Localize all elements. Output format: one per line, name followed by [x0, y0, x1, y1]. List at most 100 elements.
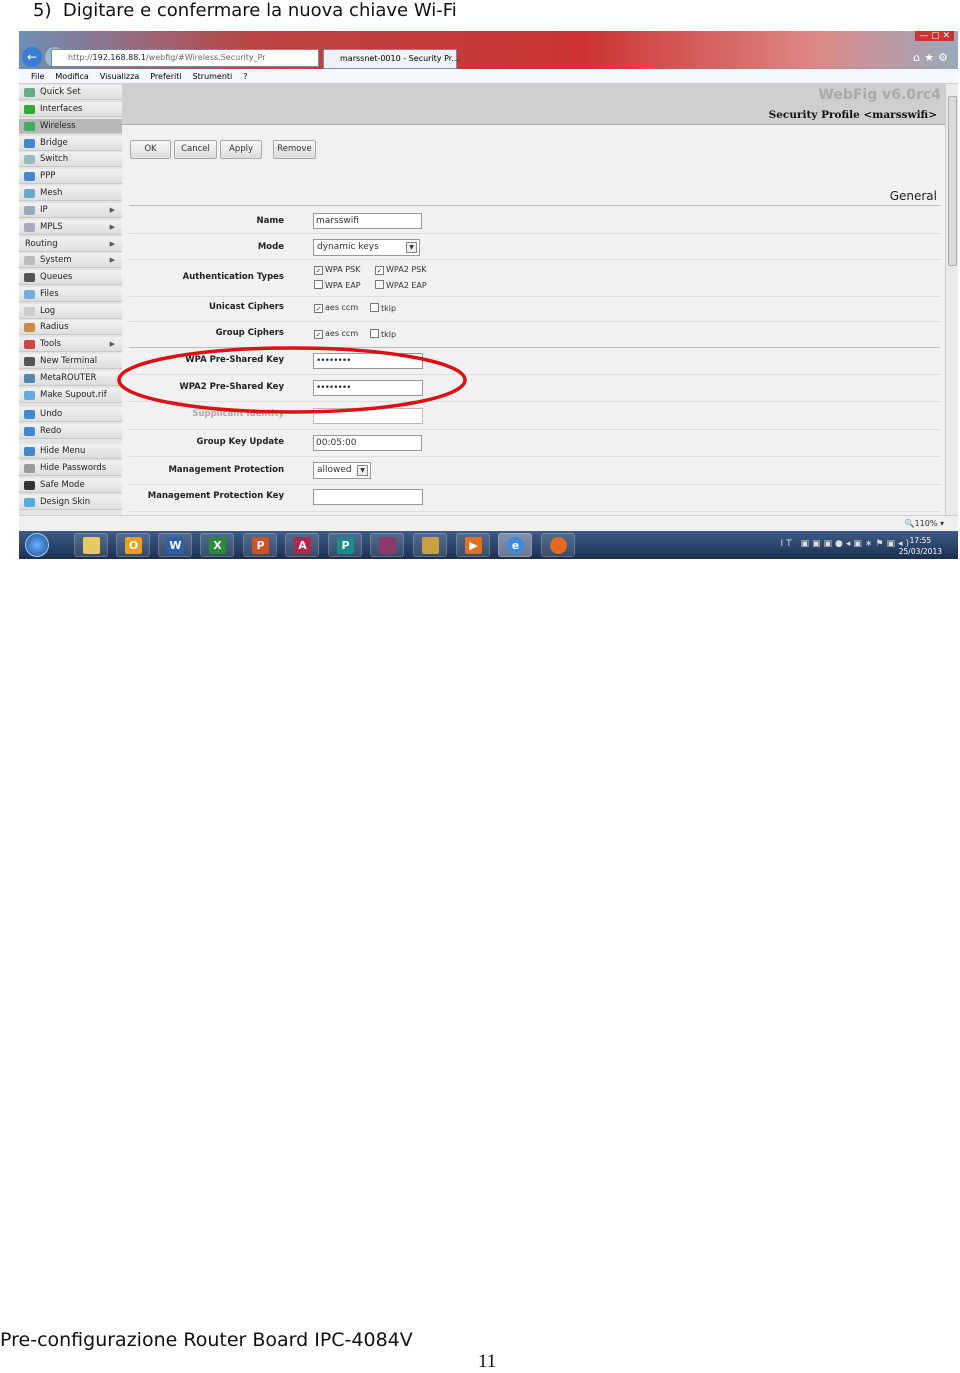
sidebar-item-mesh[interactable]: Mesh [19, 186, 122, 201]
taskbar-app-internet-explorer[interactable]: e [498, 533, 532, 557]
sidebar-item-label: Mesh [40, 188, 63, 198]
taskbar-app-excel[interactable]: X [200, 533, 234, 557]
url-prefix: http:// [68, 53, 93, 62]
winrar-icon [379, 537, 396, 554]
sidebar-item-mpls[interactable]: MPLS ▶ [19, 220, 122, 235]
checkbox-unicast-aes-ccm[interactable]: ✓ aes ccm [314, 303, 358, 313]
group-key-update-input[interactable]: 00:05:00 [313, 435, 422, 451]
group-key-update-label: Group Key Update [196, 437, 284, 447]
checkbox-wpa2-eap[interactable]: WPA2 EAP [375, 280, 427, 291]
taskbar-app-outlook[interactable]: O [116, 533, 150, 557]
sidebar-item-make-supout-rif[interactable]: Make Supout.rif [19, 388, 122, 403]
sidebar-item-label: Routing [25, 239, 58, 249]
mode-select[interactable]: dynamic keys ▼ [313, 239, 420, 256]
taskbar-app-app[interactable] [413, 533, 447, 557]
checkbox-wpa-psk[interactable]: ✓ WPA PSK [314, 265, 360, 275]
sidebar-item-ip[interactable]: IP ▶ [19, 203, 122, 218]
sidebar-item-label: Files [40, 289, 59, 299]
redo-icon [24, 427, 35, 436]
checkbox-unicast-tkip[interactable]: tkip [370, 303, 396, 314]
sidebar-item-log[interactable]: Log [19, 304, 122, 319]
page-number: 11 [478, 1351, 497, 1372]
sidebar-item-label: System [40, 255, 72, 265]
address-bar[interactable]: http://192.168.88.1/webfig/#Wireless.Sec… [51, 49, 319, 67]
sidebar-item-files[interactable]: Files [19, 287, 122, 302]
mgmt-protection-value: allowed [317, 465, 352, 475]
group-ciphers-label: Group Ciphers [215, 328, 284, 338]
checkbox-wpa2-psk[interactable]: ✓ WPA2 PSK [375, 265, 426, 275]
mgmt-key-input[interactable] [313, 489, 423, 505]
sidebar-item-label: Bridge [40, 138, 68, 148]
sidebar-item-quick-set[interactable]: Quick Set [19, 85, 122, 100]
sidebar-item-interfaces[interactable]: Interfaces [19, 102, 122, 117]
sidebar-item-tools[interactable]: Tools ▶ [19, 337, 122, 352]
apply-button[interactable]: Apply [220, 140, 262, 159]
start-button[interactable] [25, 533, 49, 557]
sidebar-item-queues[interactable]: Queues [19, 270, 122, 285]
back-button[interactable]: ← [22, 47, 42, 67]
ok-button[interactable]: OK [130, 140, 171, 159]
quickset-icon [24, 88, 35, 97]
sidebar-item-design-skin[interactable]: Design Skin [19, 495, 122, 510]
home-star-gear-icons[interactable]: ⌂★⚙ [913, 51, 952, 64]
sidebar-item-hide-menu[interactable]: Hide Menu [19, 444, 122, 459]
sidebar-item-label: Log [40, 306, 56, 316]
taskbar-app-explorer[interactable] [74, 533, 108, 557]
taskbar-app-media-player[interactable]: ▶ [456, 533, 490, 557]
sidebar-item-label: Queues [40, 272, 73, 282]
sidebar-item-wireless[interactable]: Wireless [19, 119, 122, 134]
sidebar-item-undo[interactable]: Undo [19, 407, 122, 422]
clock-date: 25/03/2013 [898, 547, 942, 556]
clock[interactable]: 17:55 25/03/2013 [899, 535, 942, 557]
mode-label: Mode [257, 242, 284, 252]
zoom-level[interactable]: 110% [915, 519, 938, 528]
url-path: /webfig/#Wireless.Security_Pr [145, 53, 266, 62]
menu-item[interactable]: ? [243, 72, 247, 81]
sidebar-item-ppp[interactable]: PPP [19, 169, 122, 184]
vertical-scrollbar[interactable] [945, 84, 958, 515]
access-icon: A [294, 537, 311, 554]
checkbox-group-tkip[interactable]: tkip [370, 329, 396, 340]
app-icon [422, 537, 439, 554]
taskbar-app-firefox[interactable] [541, 533, 575, 557]
sidebar-item-system[interactable]: System ▶ [19, 253, 122, 268]
menu-item[interactable]: Visualizza [100, 72, 139, 81]
menu-item[interactable]: File [31, 72, 44, 81]
taskbar-app-publisher[interactable]: P [328, 533, 362, 557]
sidebar-item-hide-passwords[interactable]: Hide Passwords [19, 461, 122, 476]
sidebar-item-routing[interactable]: Routing ▶ [19, 237, 122, 252]
menu-item[interactable]: Preferiti [150, 72, 181, 81]
language-indicator[interactable]: IT [780, 539, 794, 549]
sidebar-item-radius[interactable]: Radius [19, 320, 122, 335]
interfaces-icon [24, 105, 35, 114]
sidebar: Quick Set Interfaces Wireless Bridge Switch P… [19, 84, 122, 515]
chevron-right-icon: ▶ [109, 340, 115, 348]
sidebar-item-switch[interactable]: Switch [19, 152, 122, 167]
checkbox-group-aes-ccm[interactable]: ✓ aes ccm [314, 329, 358, 339]
sidebar-item-label: Design Skin [40, 497, 91, 507]
browser-tab[interactable]: marssnet-0010 - Security Pr... [323, 49, 459, 69]
safe-mode-icon [24, 481, 35, 490]
taskbar-app-powerpoint[interactable]: P [243, 533, 277, 557]
sidebar-item-safe-mode[interactable]: Safe Mode [19, 478, 122, 493]
taskbar-app-winrar[interactable] [370, 533, 404, 557]
sidebar-item-redo[interactable]: Redo [19, 424, 122, 439]
browser-titlebar: ← → http://192.168.88.1/webfig/#Wireless… [19, 31, 958, 69]
system-icon [24, 256, 35, 265]
menu-item[interactable]: Modifica [55, 72, 88, 81]
checkbox-wpa-eap[interactable]: WPA EAP [314, 280, 361, 291]
auth-types-label: Authentication Types [182, 272, 284, 282]
metarouter-icon [24, 374, 35, 383]
taskbar-app-access[interactable]: A [285, 533, 319, 557]
sidebar-item-new-terminal[interactable]: New Terminal [19, 354, 122, 369]
mgmt-protection-select[interactable]: allowed ▼ [313, 462, 371, 479]
scrollbar-thumb[interactable] [948, 96, 957, 266]
window-controls[interactable]: — ▢ ✕ [915, 31, 954, 41]
menu-item[interactable]: Strumenti [193, 72, 233, 81]
sidebar-item-metarouter[interactable]: MetaROUTER [19, 371, 122, 386]
name-input[interactable]: marsswifi [313, 213, 422, 229]
taskbar-app-word[interactable]: W [158, 533, 192, 557]
remove-button[interactable]: Remove [273, 140, 316, 159]
sidebar-item-bridge[interactable]: Bridge [19, 136, 122, 151]
cancel-button[interactable]: Cancel [174, 140, 217, 159]
